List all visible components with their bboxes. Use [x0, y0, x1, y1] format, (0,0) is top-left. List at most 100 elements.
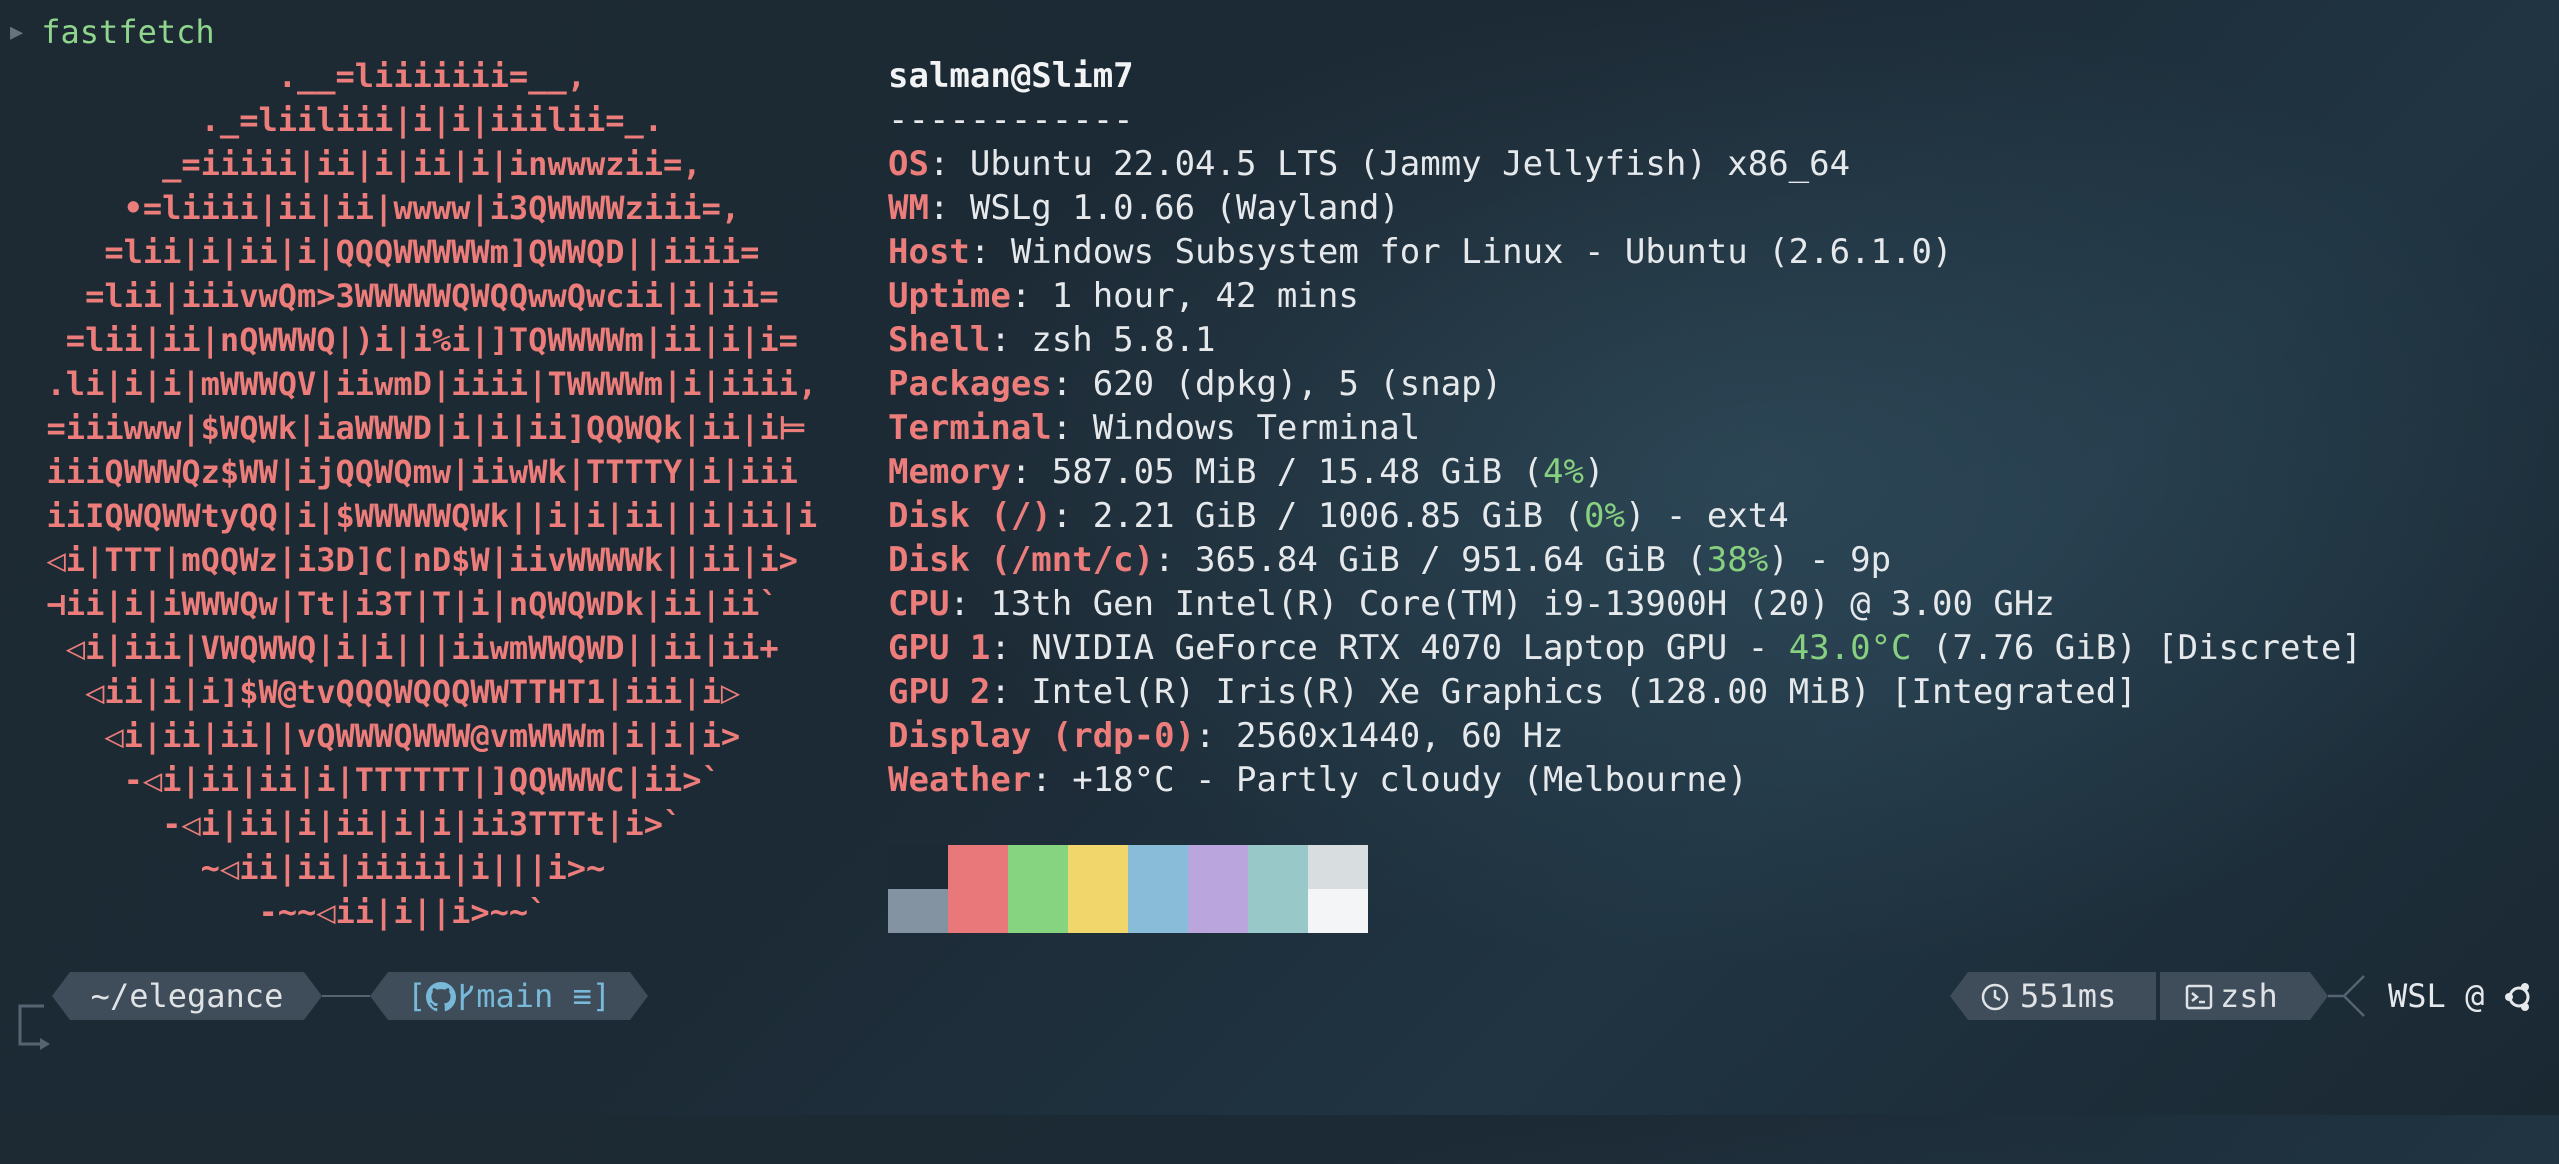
- color-swatch: [1128, 889, 1188, 933]
- info-row: Disk (/mnt/c): 365.84 GiB / 951.64 GiB (…: [888, 538, 2362, 582]
- ubuntu-ascii-logo: .__=liiiiiii=__, ._=liiliii|i|i|iiilii=_…: [8, 54, 818, 934]
- logo-line: =lii|iiivwQm>3WWWWWQWQQwwQwcii|i|ii=: [8, 277, 779, 315]
- color-palette: [888, 845, 1368, 933]
- shell-name: zsh: [2220, 977, 2278, 1015]
- info-row: Terminal: Windows Terminal: [888, 406, 2362, 450]
- info-row: Packages: 620 (dpkg), 5 (snap): [888, 362, 2362, 406]
- terminal-window[interactable]: ▶ fastfetch .__=liiiiiii=__, ._=liiliii|i…: [0, 0, 2559, 1115]
- info-key: Display (rdp-0): [888, 716, 1196, 756]
- info-value: : 365.84 GiB / 951.64 GiB (: [1154, 540, 1707, 580]
- git-status: ≡]: [572, 977, 612, 1015]
- git-open-bracket: [: [406, 977, 427, 1015]
- color-swatch: [1188, 845, 1248, 889]
- info-key: GPU 1: [888, 628, 991, 668]
- logo-line: iiiQWWWQz$WW|ijQQWQmw|iiwWk|TTTTY|i|iii: [8, 453, 798, 491]
- logo-line: _=iiiii|ii|i|ii|i|inwwwzii=,: [8, 145, 702, 183]
- info-value-tail: ) - 9p: [1768, 540, 1892, 580]
- logo-line: .li|i|i|mWWWQV|iiwmD|iiii|TWWWWm|i|iiii,: [8, 365, 818, 403]
- logo-line: =lii|i|ii|i|QQQWWWWWm]QWWQD||iiii=: [8, 233, 760, 271]
- info-key: CPU: [888, 584, 950, 624]
- logo-line: ◁i|iii|VWQWWQ|i|i|||iiwmWWQWD||ii|ii+: [8, 629, 779, 667]
- current-path: ~/elegance: [90, 977, 284, 1015]
- info-key: Disk (/): [888, 496, 1052, 536]
- clock-icon: [1981, 983, 2009, 1011]
- info-value: : 1 hour, 42 mins: [1010, 276, 1359, 316]
- info-key: Shell: [888, 320, 991, 360]
- info-row: CPU: 13th Gen Intel(R) Core(TM) i9-13900…: [888, 582, 2362, 626]
- logo-line: •=liiii|ii|ii|wwww|i3QWWWWziii=,: [8, 189, 741, 227]
- shell-prompt: ~/elegance [ main ≡] 551ms zsh WSL @: [0, 972, 2559, 1050]
- color-swatch: [1128, 845, 1188, 889]
- info-value: : WSLg 1.0.66 (Wayland): [928, 188, 1400, 228]
- host-label: WSL @: [2388, 977, 2485, 1015]
- git-segment: [ main ≡]: [370, 972, 648, 1020]
- logo-line: ~◁ii|ii|iiiii|i|||i>~: [8, 849, 606, 887]
- info-row: Display (rdp-0): 2560x1440, 60 Hz: [888, 714, 2362, 758]
- path-segment: ~/elegance: [52, 972, 322, 1020]
- github-icon: [426, 982, 457, 1012]
- info-value: : Windows Terminal: [1051, 408, 1421, 448]
- shell-segment: zsh: [2160, 972, 2328, 1020]
- color-swatch: [1308, 845, 1368, 889]
- info-value-tail: ): [1584, 452, 1605, 492]
- info-key: Weather: [888, 760, 1032, 800]
- logo-line: ◁i|ii|ii||vQWWWQWWW@vmWWWm|i|i|i>: [8, 717, 741, 755]
- user-host: salman@Slim7: [888, 56, 1134, 96]
- color-swatch: [948, 845, 1008, 889]
- info-separator: ------------: [888, 100, 1134, 140]
- info-row: Weather: +18°C - Partly cloudy (Melbourn…: [888, 758, 2362, 802]
- info-key: Packages: [888, 364, 1052, 404]
- info-value: : 620 (dpkg), 5 (snap): [1051, 364, 1503, 404]
- info-key: Memory: [888, 452, 1011, 492]
- system-info-panel: salman@Slim7 ------------ OS: Ubuntu 22.…: [888, 54, 2362, 802]
- info-key: Disk (/mnt/c): [888, 540, 1155, 580]
- info-key: WM: [888, 188, 929, 228]
- info-value: : Windows Subsystem for Linux - Ubuntu (…: [969, 232, 1953, 272]
- info-value: : zsh 5.8.1: [990, 320, 1216, 360]
- info-row: Memory: 587.05 MiB / 15.48 GiB (4%): [888, 450, 2362, 494]
- branch-name: main: [476, 977, 554, 1015]
- command-text: fastfetch: [41, 13, 215, 51]
- info-row: Host: Windows Subsystem for Linux - Ubun…: [888, 230, 2362, 274]
- caret-right-icon: ▶: [10, 20, 24, 45]
- info-key: OS: [888, 144, 929, 184]
- info-value-tail: (7.76 GiB) [Discrete]: [1911, 628, 2362, 668]
- prompt-corner-icon: [18, 1004, 50, 1050]
- info-highlight: 0%: [1583, 496, 1625, 536]
- color-swatch: [1008, 889, 1068, 933]
- color-swatch: [888, 845, 948, 889]
- info-value: : 587.05 MiB / 15.48 GiB (: [1010, 452, 1544, 492]
- info-key: GPU 2: [888, 672, 991, 712]
- info-value: : Ubuntu 22.04.5 LTS (Jammy Jellyfish) x…: [928, 144, 1851, 184]
- logo-line: ◁i|TTT|mQQWz|i3D]C|nD$W|iivWWWWk||ii|i>: [8, 541, 798, 579]
- ubuntu-icon: [2505, 983, 2530, 1011]
- info-row: GPU 1: NVIDIA GeForce RTX 4070 Laptop GP…: [888, 626, 2362, 670]
- info-key: Terminal: [888, 408, 1052, 448]
- info-row: Uptime: 1 hour, 42 mins: [888, 274, 2362, 318]
- info-key: Uptime: [888, 276, 1011, 316]
- color-swatch: [888, 889, 948, 933]
- logo-line: -◁i|ii|ii|i|TTTTTT|]QQWWWC|ii>`: [8, 761, 721, 799]
- logo-line: ⊣ii|i|iWWWQw|Tt|i3T|T|i|nQWQWDk|ii|ii`: [8, 585, 779, 623]
- info-row: WM: WSLg 1.0.66 (Wayland): [888, 186, 2362, 230]
- info-row: Shell: zsh 5.8.1: [888, 318, 2362, 362]
- info-row: Disk (/): 2.21 GiB / 1006.85 GiB (0%) - …: [888, 494, 2362, 538]
- info-value: : 13th Gen Intel(R) Core(TM) i9-13900H (…: [949, 584, 2055, 624]
- info-row: OS: Ubuntu 22.04.5 LTS (Jammy Jellyfish)…: [888, 142, 2362, 186]
- command-duration: 551ms: [2020, 977, 2117, 1015]
- color-swatch: [1248, 889, 1308, 933]
- info-value: : 2560x1440, 60 Hz: [1195, 716, 1564, 756]
- terminal-icon: [2185, 984, 2213, 1010]
- logo-line: iiIQWQWWtyQQ|i|$WWWWWQWk||i|i|ii||i|ii|i: [8, 497, 818, 535]
- color-swatch: [1308, 889, 1368, 933]
- logo-line: .__=liiiiiii=__,: [8, 57, 586, 95]
- info-key: Host: [888, 232, 970, 272]
- segment-connector: [322, 995, 370, 997]
- segment-connector: [2328, 975, 2365, 1017]
- color-swatch: [1008, 845, 1068, 889]
- info-value: : 2.21 GiB / 1006.85 GiB (: [1051, 496, 1584, 536]
- info-value: : Intel(R) Iris(R) Xe Graphics (128.00 M…: [990, 672, 2137, 712]
- info-highlight: 43.0°C: [1788, 628, 1912, 668]
- logo-line: -◁i|ii|i|ii|i|i|ii3TTTt|i>`: [8, 805, 683, 843]
- logo-line: ◁ii|i|i]$W@tvQQQWQQQWWTTHT1|iii|i▷: [8, 673, 741, 711]
